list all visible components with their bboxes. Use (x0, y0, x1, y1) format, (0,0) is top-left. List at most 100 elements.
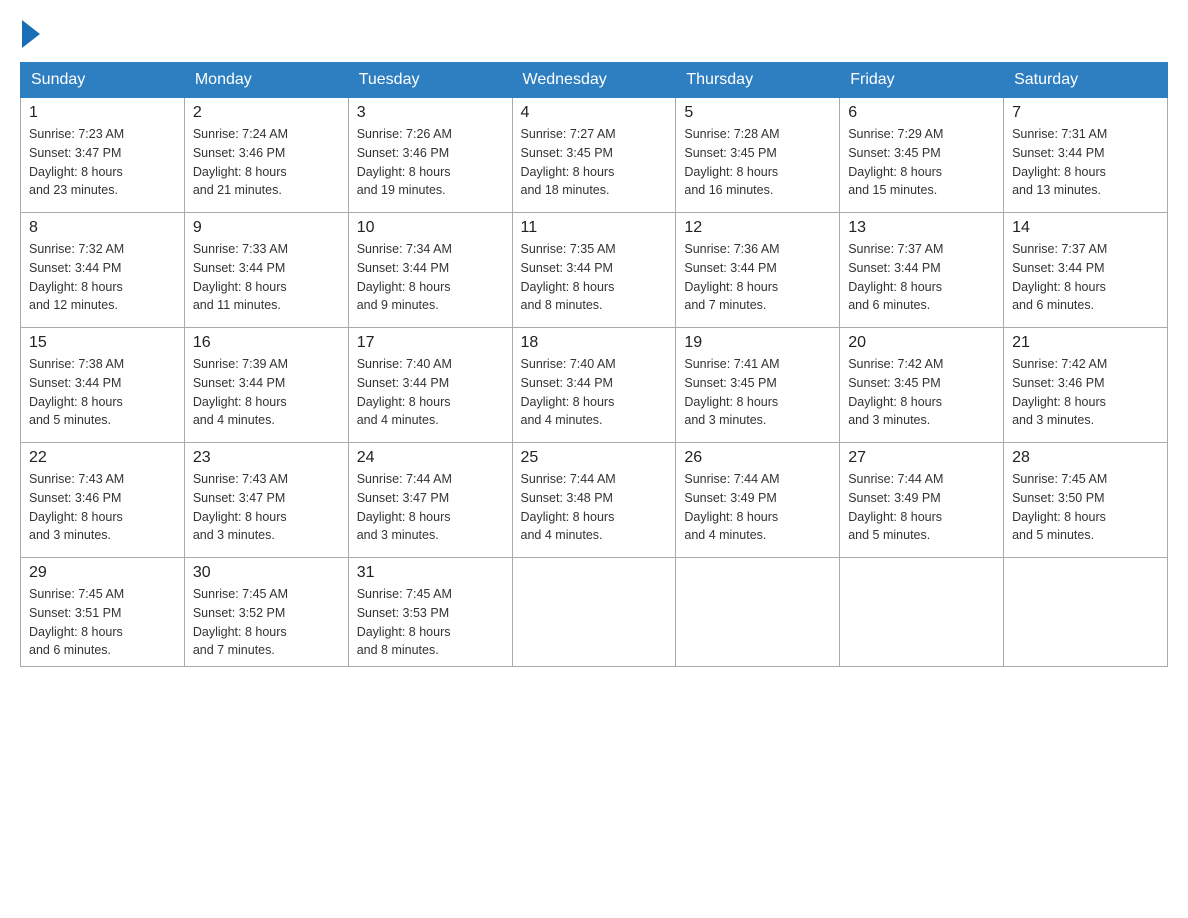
day-number: 23 (193, 449, 340, 467)
day-info: Sunrise: 7:28 AM Sunset: 3:45 PM Dayligh… (684, 125, 831, 200)
calendar-cell: 29 Sunrise: 7:45 AM Sunset: 3:51 PM Dayl… (21, 558, 185, 667)
day-info: Sunrise: 7:41 AM Sunset: 3:45 PM Dayligh… (684, 355, 831, 430)
calendar-cell: 10 Sunrise: 7:34 AM Sunset: 3:44 PM Dayl… (348, 213, 512, 328)
calendar-cell: 21 Sunrise: 7:42 AM Sunset: 3:46 PM Dayl… (1004, 328, 1168, 443)
calendar-header-row: SundayMondayTuesdayWednesdayThursdayFrid… (21, 63, 1168, 98)
calendar-cell: 8 Sunrise: 7:32 AM Sunset: 3:44 PM Dayli… (21, 213, 185, 328)
calendar-cell: 19 Sunrise: 7:41 AM Sunset: 3:45 PM Dayl… (676, 328, 840, 443)
logo-arrow-icon (22, 20, 40, 48)
day-number: 18 (521, 334, 668, 352)
page-header (20, 20, 1168, 42)
day-number: 25 (521, 449, 668, 467)
day-number: 4 (521, 104, 668, 122)
day-info: Sunrise: 7:26 AM Sunset: 3:46 PM Dayligh… (357, 125, 504, 200)
calendar-cell: 15 Sunrise: 7:38 AM Sunset: 3:44 PM Dayl… (21, 328, 185, 443)
day-info: Sunrise: 7:42 AM Sunset: 3:46 PM Dayligh… (1012, 355, 1159, 430)
day-info: Sunrise: 7:36 AM Sunset: 3:44 PM Dayligh… (684, 240, 831, 315)
day-number: 31 (357, 564, 504, 582)
day-info: Sunrise: 7:24 AM Sunset: 3:46 PM Dayligh… (193, 125, 340, 200)
calendar-cell: 16 Sunrise: 7:39 AM Sunset: 3:44 PM Dayl… (184, 328, 348, 443)
calendar-cell: 13 Sunrise: 7:37 AM Sunset: 3:44 PM Dayl… (840, 213, 1004, 328)
day-info: Sunrise: 7:44 AM Sunset: 3:48 PM Dayligh… (521, 470, 668, 545)
day-info: Sunrise: 7:42 AM Sunset: 3:45 PM Dayligh… (848, 355, 995, 430)
calendar-cell: 20 Sunrise: 7:42 AM Sunset: 3:45 PM Dayl… (840, 328, 1004, 443)
day-info: Sunrise: 7:40 AM Sunset: 3:44 PM Dayligh… (357, 355, 504, 430)
day-info: Sunrise: 7:27 AM Sunset: 3:45 PM Dayligh… (521, 125, 668, 200)
calendar-cell: 6 Sunrise: 7:29 AM Sunset: 3:45 PM Dayli… (840, 98, 1004, 213)
calendar-cell: 1 Sunrise: 7:23 AM Sunset: 3:47 PM Dayli… (21, 98, 185, 213)
calendar-cell (676, 558, 840, 667)
calendar-cell: 24 Sunrise: 7:44 AM Sunset: 3:47 PM Dayl… (348, 443, 512, 558)
calendar-cell: 4 Sunrise: 7:27 AM Sunset: 3:45 PM Dayli… (512, 98, 676, 213)
day-number: 27 (848, 449, 995, 467)
day-info: Sunrise: 7:35 AM Sunset: 3:44 PM Dayligh… (521, 240, 668, 315)
day-number: 10 (357, 219, 504, 237)
calendar-cell: 5 Sunrise: 7:28 AM Sunset: 3:45 PM Dayli… (676, 98, 840, 213)
day-info: Sunrise: 7:40 AM Sunset: 3:44 PM Dayligh… (521, 355, 668, 430)
day-info: Sunrise: 7:45 AM Sunset: 3:53 PM Dayligh… (357, 585, 504, 660)
calendar-cell: 2 Sunrise: 7:24 AM Sunset: 3:46 PM Dayli… (184, 98, 348, 213)
day-info: Sunrise: 7:37 AM Sunset: 3:44 PM Dayligh… (1012, 240, 1159, 315)
day-number: 24 (357, 449, 504, 467)
calendar-cell: 28 Sunrise: 7:45 AM Sunset: 3:50 PM Dayl… (1004, 443, 1168, 558)
col-header-wednesday: Wednesday (512, 63, 676, 98)
day-number: 5 (684, 104, 831, 122)
calendar-week-row: 22 Sunrise: 7:43 AM Sunset: 3:46 PM Dayl… (21, 443, 1168, 558)
day-number: 14 (1012, 219, 1159, 237)
day-number: 13 (848, 219, 995, 237)
day-number: 22 (29, 449, 176, 467)
day-number: 16 (193, 334, 340, 352)
day-number: 28 (1012, 449, 1159, 467)
day-info: Sunrise: 7:45 AM Sunset: 3:50 PM Dayligh… (1012, 470, 1159, 545)
col-header-tuesday: Tuesday (348, 63, 512, 98)
calendar-cell: 27 Sunrise: 7:44 AM Sunset: 3:49 PM Dayl… (840, 443, 1004, 558)
day-number: 9 (193, 219, 340, 237)
day-info: Sunrise: 7:44 AM Sunset: 3:49 PM Dayligh… (684, 470, 831, 545)
calendar-week-row: 15 Sunrise: 7:38 AM Sunset: 3:44 PM Dayl… (21, 328, 1168, 443)
day-info: Sunrise: 7:23 AM Sunset: 3:47 PM Dayligh… (29, 125, 176, 200)
day-number: 29 (29, 564, 176, 582)
calendar-cell: 30 Sunrise: 7:45 AM Sunset: 3:52 PM Dayl… (184, 558, 348, 667)
day-number: 26 (684, 449, 831, 467)
calendar-cell: 17 Sunrise: 7:40 AM Sunset: 3:44 PM Dayl… (348, 328, 512, 443)
calendar-cell: 25 Sunrise: 7:44 AM Sunset: 3:48 PM Dayl… (512, 443, 676, 558)
calendar-cell: 3 Sunrise: 7:26 AM Sunset: 3:46 PM Dayli… (348, 98, 512, 213)
day-info: Sunrise: 7:45 AM Sunset: 3:51 PM Dayligh… (29, 585, 176, 660)
day-number: 2 (193, 104, 340, 122)
day-number: 20 (848, 334, 995, 352)
calendar-cell: 23 Sunrise: 7:43 AM Sunset: 3:47 PM Dayl… (184, 443, 348, 558)
day-info: Sunrise: 7:32 AM Sunset: 3:44 PM Dayligh… (29, 240, 176, 315)
day-number: 1 (29, 104, 176, 122)
logo (20, 20, 40, 42)
day-info: Sunrise: 7:37 AM Sunset: 3:44 PM Dayligh… (848, 240, 995, 315)
day-info: Sunrise: 7:34 AM Sunset: 3:44 PM Dayligh… (357, 240, 504, 315)
day-number: 11 (521, 219, 668, 237)
calendar-cell: 9 Sunrise: 7:33 AM Sunset: 3:44 PM Dayli… (184, 213, 348, 328)
day-number: 19 (684, 334, 831, 352)
day-number: 12 (684, 219, 831, 237)
calendar-cell: 12 Sunrise: 7:36 AM Sunset: 3:44 PM Dayl… (676, 213, 840, 328)
col-header-saturday: Saturday (1004, 63, 1168, 98)
day-info: Sunrise: 7:44 AM Sunset: 3:49 PM Dayligh… (848, 470, 995, 545)
calendar-cell: 26 Sunrise: 7:44 AM Sunset: 3:49 PM Dayl… (676, 443, 840, 558)
calendar-table: SundayMondayTuesdayWednesdayThursdayFrid… (20, 62, 1168, 667)
col-header-sunday: Sunday (21, 63, 185, 98)
calendar-cell: 11 Sunrise: 7:35 AM Sunset: 3:44 PM Dayl… (512, 213, 676, 328)
day-info: Sunrise: 7:45 AM Sunset: 3:52 PM Dayligh… (193, 585, 340, 660)
col-header-friday: Friday (840, 63, 1004, 98)
calendar-cell: 7 Sunrise: 7:31 AM Sunset: 3:44 PM Dayli… (1004, 98, 1168, 213)
calendar-week-row: 1 Sunrise: 7:23 AM Sunset: 3:47 PM Dayli… (21, 98, 1168, 213)
calendar-week-row: 29 Sunrise: 7:45 AM Sunset: 3:51 PM Dayl… (21, 558, 1168, 667)
col-header-thursday: Thursday (676, 63, 840, 98)
day-number: 17 (357, 334, 504, 352)
day-info: Sunrise: 7:29 AM Sunset: 3:45 PM Dayligh… (848, 125, 995, 200)
day-number: 7 (1012, 104, 1159, 122)
calendar-cell: 31 Sunrise: 7:45 AM Sunset: 3:53 PM Dayl… (348, 558, 512, 667)
day-info: Sunrise: 7:43 AM Sunset: 3:47 PM Dayligh… (193, 470, 340, 545)
day-info: Sunrise: 7:33 AM Sunset: 3:44 PM Dayligh… (193, 240, 340, 315)
day-number: 3 (357, 104, 504, 122)
calendar-cell: 18 Sunrise: 7:40 AM Sunset: 3:44 PM Dayl… (512, 328, 676, 443)
calendar-cell (1004, 558, 1168, 667)
calendar-cell: 22 Sunrise: 7:43 AM Sunset: 3:46 PM Dayl… (21, 443, 185, 558)
day-number: 30 (193, 564, 340, 582)
